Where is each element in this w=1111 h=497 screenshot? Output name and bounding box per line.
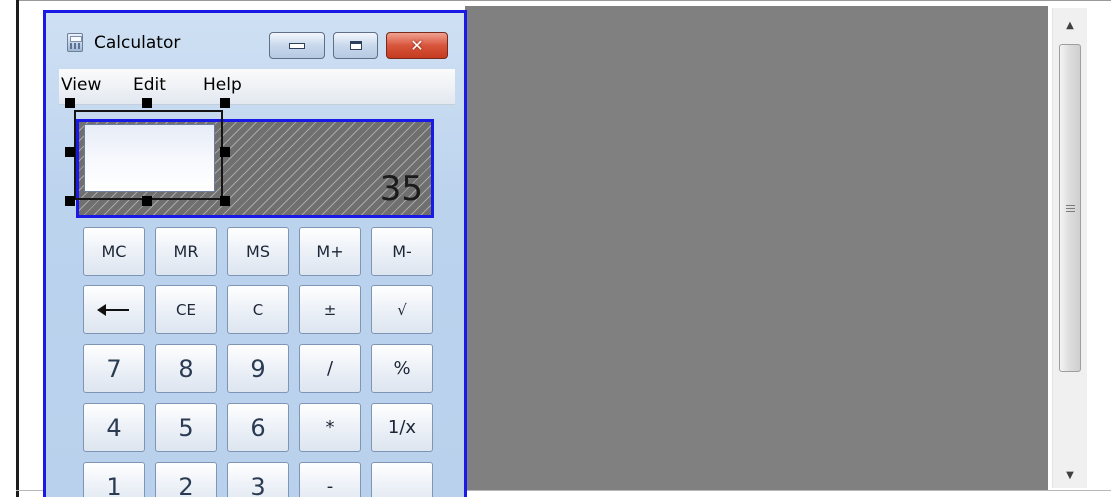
key-2[interactable]: 2 — [155, 462, 217, 497]
selected-control[interactable] — [84, 124, 215, 192]
minimize-icon — [289, 42, 305, 49]
key-mc[interactable]: MC — [83, 227, 145, 276]
resize-handle-left[interactable] — [65, 147, 75, 157]
key-7[interactable]: 7 — [83, 344, 145, 393]
menu-view[interactable]: View — [61, 75, 101, 95]
key-mr[interactable]: MR — [155, 227, 217, 276]
resize-handle-right[interactable] — [220, 147, 230, 157]
host-left-border — [16, 0, 19, 497]
menu-edit[interactable]: Edit — [133, 75, 166, 95]
maximize-icon — [349, 41, 362, 50]
key-ms[interactable]: MS — [227, 227, 289, 276]
key-4[interactable]: 4 — [83, 403, 145, 452]
resize-handle-top[interactable] — [142, 98, 152, 108]
key-divide[interactable]: / — [299, 344, 361, 393]
calculator-window[interactable]: Calculator ✕ View Edit Help 35 MC MR MS … — [43, 10, 467, 497]
scroll-down-button[interactable]: ▼ — [1053, 462, 1087, 488]
key-9[interactable]: 9 — [227, 344, 289, 393]
key-5[interactable]: 5 — [155, 403, 217, 452]
resize-handle-bottom[interactable] — [142, 196, 152, 206]
key-subtract[interactable]: - — [299, 462, 361, 497]
key-c[interactable]: C — [227, 285, 289, 334]
minimize-button[interactable] — [269, 32, 325, 59]
key-3[interactable]: 3 — [227, 462, 289, 497]
key-backspace[interactable] — [83, 285, 145, 334]
close-button[interactable]: ✕ — [386, 32, 448, 59]
key-multiply[interactable]: * — [299, 403, 361, 452]
key-ce[interactable]: CE — [155, 285, 217, 334]
menu-help[interactable]: Help — [203, 75, 242, 95]
menu-bar: View Edit Help — [59, 69, 455, 105]
resize-handle-bottom-right[interactable] — [220, 196, 230, 206]
key-m-plus[interactable]: M+ — [299, 227, 361, 276]
key-8[interactable]: 8 — [155, 344, 217, 393]
vertical-scrollbar[interactable]: ▲ ▼ — [1052, 8, 1087, 488]
key-percent[interactable]: % — [371, 344, 433, 393]
display-value: 35 — [379, 169, 423, 209]
host-top-border — [16, 0, 1111, 1]
maximize-button[interactable] — [333, 32, 378, 59]
canvas-area — [465, 6, 1048, 490]
backspace-arrow-icon — [97, 303, 129, 316]
close-icon: ✕ — [410, 36, 424, 55]
resize-handle-bottom-left[interactable] — [65, 196, 75, 206]
key-m-minus[interactable]: M- — [371, 227, 433, 276]
calculator-icon — [67, 33, 83, 52]
title-bar[interactable]: Calculator ✕ — [46, 13, 464, 69]
key-6[interactable]: 6 — [227, 403, 289, 452]
grip-icon — [1066, 205, 1075, 214]
key-plus-minus[interactable]: ± — [299, 285, 361, 334]
resize-handle-top-right[interactable] — [220, 98, 230, 108]
key-sqrt[interactable]: √ — [371, 285, 433, 334]
scroll-thumb[interactable] — [1059, 44, 1081, 372]
key-equals[interactable] — [371, 462, 433, 497]
key-reciprocal[interactable]: 1/x — [371, 403, 433, 452]
key-1[interactable]: 1 — [83, 462, 145, 497]
resize-handle-top-left[interactable] — [65, 98, 75, 108]
window-title: Calculator — [94, 33, 181, 53]
scroll-up-button[interactable]: ▲ — [1053, 12, 1087, 38]
